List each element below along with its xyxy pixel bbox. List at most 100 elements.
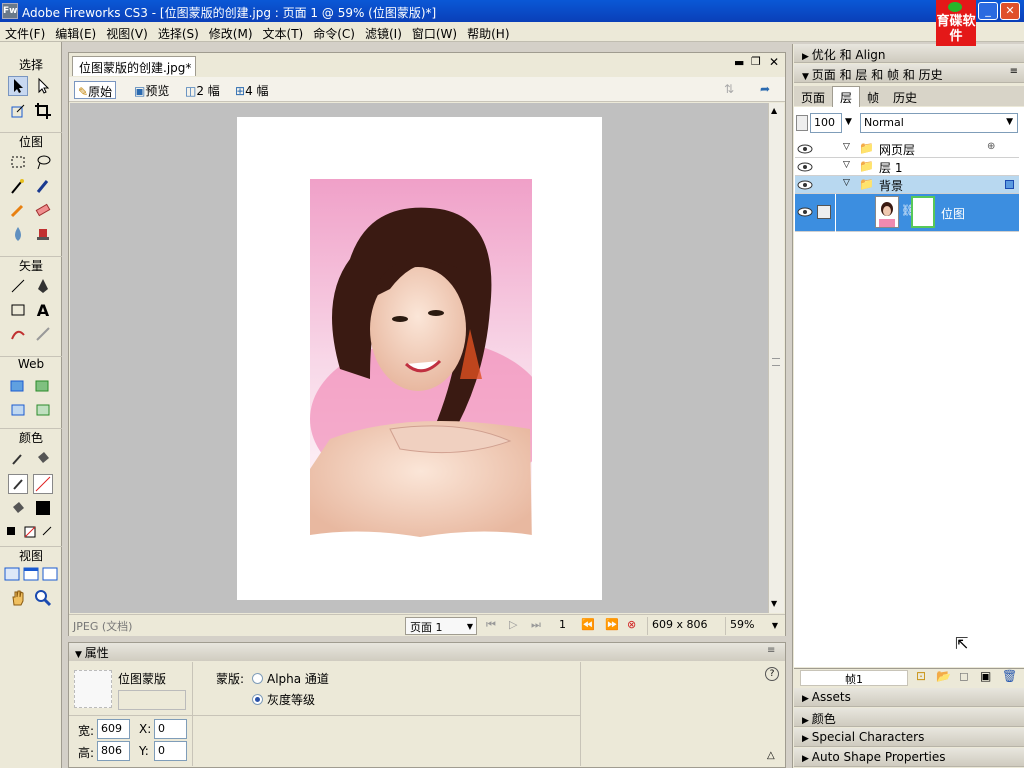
scroll-up-arrow-icon[interactable]: ▲ — [771, 106, 777, 115]
height-field[interactable]: 806 — [97, 741, 130, 761]
line-tool-icon[interactable] — [8, 276, 28, 296]
menu-modify[interactable]: 修改(M) — [204, 22, 258, 42]
menu-help[interactable]: 帮助(H) — [462, 22, 514, 42]
last-frame-icon[interactable]: ⏭ — [531, 618, 541, 632]
layer-row-web[interactable]: ▽ 📁 网页层 ⊕ — [795, 140, 1019, 158]
pages-layers-panel-header[interactable]: ▼ 页面 和 层 和 帧 和 历史 ≡ — [794, 64, 1024, 83]
view-preview-button[interactable]: ▣预览 — [131, 81, 172, 99]
tab-pages[interactable]: 页面 — [794, 87, 832, 108]
eye-icon[interactable] — [797, 161, 813, 173]
scale-tool-icon[interactable] — [8, 101, 28, 121]
help-icon[interactable]: ? — [765, 667, 779, 681]
default-colors-icon[interactable] — [4, 522, 60, 542]
photo-image[interactable] — [310, 179, 532, 547]
new-sublayer-icon[interactable]: 📂 — [936, 669, 951, 683]
eraser-tool-icon[interactable] — [33, 200, 53, 220]
brush-tool-icon[interactable] — [33, 176, 53, 196]
frame-select[interactable]: 帧1 — [800, 670, 908, 686]
menu-edit[interactable]: 编辑(E) — [50, 22, 101, 42]
first-frame-icon[interactable]: ⏮ — [486, 618, 496, 632]
mask-thumbnail-layer[interactable] — [911, 196, 935, 228]
menu-text[interactable]: 文本(T) — [258, 22, 309, 42]
auto-shape-properties-panel-header[interactable]: ▶ Auto Shape Properties — [794, 748, 1024, 767]
menu-filters[interactable]: 滤镜(I) — [360, 22, 407, 42]
text-tool-icon[interactable]: A — [33, 300, 53, 320]
alpha-channel-radio[interactable]: Alpha 通道 — [252, 670, 329, 687]
width-field[interactable]: 609 — [97, 719, 130, 739]
grayscale-radio[interactable]: 灰度等级 — [252, 691, 315, 708]
tab-layers[interactable]: 层 — [832, 86, 861, 108]
fill-color-icon[interactable] — [8, 498, 28, 518]
page-select[interactable]: 页面 1 ▼ — [405, 617, 477, 635]
pencil-tool-icon[interactable] — [8, 200, 28, 220]
crop-tool-icon[interactable] — [33, 101, 53, 121]
zoom-select[interactable]: 59% ▼ — [725, 617, 781, 635]
opacity-dropdown-icon[interactable]: ▼ — [845, 117, 852, 127]
panel-options-icon[interactable]: ≡ — [1010, 66, 1018, 77]
eye-icon[interactable] — [797, 143, 813, 155]
object-name-field[interactable] — [118, 690, 186, 710]
trash-icon[interactable]: 🗑 — [1002, 669, 1017, 683]
stroke-color-icon[interactable] — [8, 474, 28, 494]
knife-tool-icon[interactable] — [33, 324, 53, 344]
scroll-down-arrow-icon[interactable]: ▼ — [771, 599, 777, 608]
object-row-bitmap[interactable]: ⛓ 位图 — [795, 194, 1019, 232]
eye-icon[interactable] — [797, 179, 813, 191]
object-lock-icon[interactable] — [817, 205, 831, 219]
view-4up-button[interactable]: ⊞4 幅 — [232, 81, 272, 99]
zoom-tool-icon[interactable] — [33, 588, 53, 608]
layer-row-1[interactable]: ▽ 📁 层 1 — [795, 158, 1019, 176]
prev-frame-icon[interactable]: ⏪ — [581, 618, 595, 631]
menu-view[interactable]: 视图(V) — [101, 22, 153, 42]
next-frame-icon[interactable]: ⏩ — [605, 618, 619, 631]
marquee-tool-icon[interactable] — [8, 152, 28, 172]
doc-close-button[interactable]: ✕ — [769, 55, 779, 69]
view-2up-button[interactable]: ◫2 幅 — [182, 81, 223, 99]
quick-export-icon[interactable]: ➦ — [757, 81, 773, 99]
new-layer-icon[interactable]: ▣ — [980, 669, 991, 683]
blur-tool-icon[interactable] — [8, 224, 28, 244]
play-icon[interactable]: ▷ — [509, 618, 517, 631]
rubber-stamp-icon[interactable] — [33, 224, 53, 244]
subselection-tool-icon[interactable] — [33, 76, 53, 96]
full-menu-screen-icon[interactable] — [21, 564, 41, 584]
fill-swatch-icon[interactable] — [33, 498, 53, 518]
doc-minimize-button[interactable]: ▬ — [734, 56, 744, 69]
magic-wand-icon[interactable] — [8, 176, 28, 196]
colors-panel-header[interactable]: ▶ 颜色 — [794, 708, 1024, 727]
share-layer-icon[interactable]: ⊡ — [916, 669, 926, 683]
optimize-panel-header[interactable]: ▶ 优化 和 Align — [794, 44, 1024, 63]
x-field[interactable]: 0 — [154, 719, 187, 739]
collapse-arrow-icon[interactable]: ▽ — [843, 142, 850, 152]
properties-header[interactable]: ▼ 属性 — [69, 643, 785, 661]
full-screen-icon[interactable] — [40, 564, 60, 584]
menu-window[interactable]: 窗口(W) — [407, 22, 462, 42]
special-characters-panel-header[interactable]: ▶ Special Characters — [794, 728, 1024, 747]
freeform-tool-icon[interactable] — [8, 324, 28, 344]
scroll-thumb[interactable] — [772, 358, 780, 366]
hand-tool-icon[interactable] — [8, 588, 28, 608]
show-slices-icon[interactable] — [33, 400, 53, 420]
y-field[interactable]: 0 — [154, 741, 187, 761]
expand-arrow-icon[interactable]: △ — [767, 750, 775, 761]
panel-options-icon[interactable]: ≡ — [767, 645, 775, 656]
menu-file[interactable]: 文件(F) — [0, 22, 50, 42]
hotspot-tool-icon[interactable] — [8, 376, 28, 396]
doc-restore-button[interactable]: ❐ — [751, 55, 761, 68]
assets-panel-header[interactable]: ▶ Assets — [794, 688, 1024, 707]
paint-bucket-icon[interactable] — [33, 448, 53, 468]
layer-row-background[interactable]: ▽ 📁 背景 — [795, 176, 1019, 194]
pen-tool-icon[interactable] — [33, 276, 53, 296]
lock-icon[interactable]: ⊕ — [987, 141, 995, 152]
tab-history[interactable]: 历史 — [886, 87, 924, 108]
slice-tool-icon[interactable] — [33, 376, 53, 396]
stroke-swatch-icon[interactable] — [33, 474, 53, 494]
rectangle-tool-icon[interactable] — [8, 300, 28, 320]
standard-screen-icon[interactable] — [2, 564, 22, 584]
hide-slices-icon[interactable] — [8, 400, 28, 420]
view-original-button[interactable]: ✎原始 — [74, 81, 117, 99]
lasso-tool-icon[interactable] — [33, 152, 53, 172]
vertical-scrollbar[interactable]: ▲ ▼ — [768, 103, 784, 613]
collapse-arrow-icon[interactable]: ▽ — [843, 178, 850, 188]
close-button[interactable]: ✕ — [1000, 2, 1020, 20]
